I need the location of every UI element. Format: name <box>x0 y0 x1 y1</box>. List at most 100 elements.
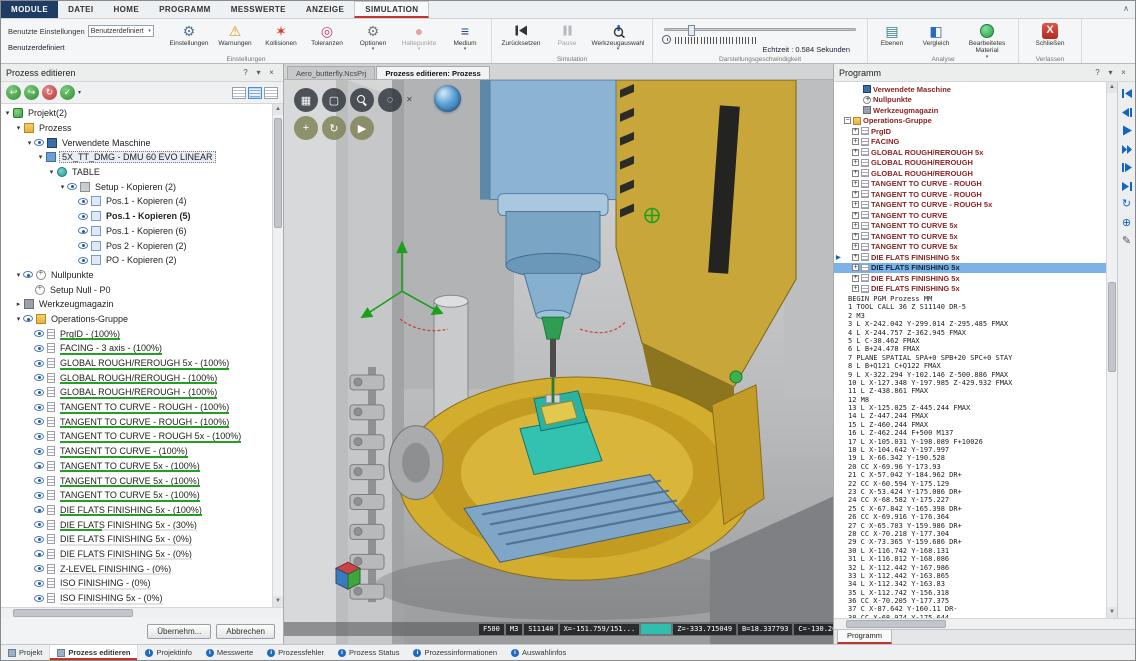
visibility-eye-icon[interactable] <box>34 345 44 352</box>
vergleich-button[interactable]: ◧ Vergleich <box>913 21 959 47</box>
nc-code-line[interactable]: 15 L Z-460.244 FMAX <box>834 421 1106 429</box>
scroll-down-icon[interactable]: ▼ <box>1107 607 1117 618</box>
nc-code-line[interactable]: 37 C X-87.642 Y-160.11 DR- <box>834 605 1106 613</box>
status-info-item[interactable]: i Auswahlinfos <box>504 648 573 657</box>
tree-item[interactable]: TANGENT TO CURVE 5x - (100%) <box>3 473 271 488</box>
ribbon-tab[interactable]: DATEI <box>58 1 103 18</box>
program-tree-item[interactable]: FACING <box>834 137 1106 148</box>
detail-view-icon[interactable] <box>248 87 262 99</box>
schliessen-button[interactable]: X Schließen <box>1022 21 1078 47</box>
expander-icon[interactable] <box>14 315 23 323</box>
tree-item[interactable]: DIE FLATS FINISHING 5x - (30%) <box>3 517 271 532</box>
nc-code-line[interactable]: 28 CC X-70.218 Y-177.304 <box>834 530 1106 538</box>
nc-code-line[interactable]: 9 L X-322.294 Y-102.146 Z-500.886 FMAX <box>834 371 1106 379</box>
tab-programm[interactable]: Programm <box>837 630 892 644</box>
skip-to-start-button[interactable] <box>1120 87 1134 100</box>
program-tree-item[interactable]: Operations-Gruppe <box>834 116 1106 127</box>
haltepunkte-button[interactable]: ● Haltepunkte ▾ <box>396 21 442 52</box>
pan-icon[interactable]: + <box>294 116 318 140</box>
visibility-eye-icon[interactable] <box>78 227 88 234</box>
tree-item[interactable]: TABLE <box>3 165 271 180</box>
program-tree-item[interactable]: DIE FLATS FINISHING 5x <box>834 284 1106 295</box>
visibility-eye-icon[interactable] <box>34 448 44 455</box>
visibility-eye-icon[interactable] <box>34 418 44 425</box>
program-tree-item[interactable]: Werkzeugmagazin <box>834 105 1106 116</box>
compact-view-icon[interactable] <box>264 87 278 99</box>
tree-item[interactable]: Setup - Kopieren (2) <box>3 179 271 194</box>
tree-item[interactable]: Pos.1 - Kopieren (5) <box>3 209 271 224</box>
expander-box-icon[interactable] <box>852 180 859 187</box>
ribbon-tab[interactable]: SIMULATION <box>354 1 429 18</box>
scroll-down-icon[interactable]: ▼ <box>273 596 283 607</box>
nc-code-line[interactable]: 3 L X-242.042 Y-299.014 Z-295.485 FMAX <box>834 320 1106 328</box>
visibility-eye-icon[interactable] <box>34 565 44 572</box>
redo-icon[interactable]: ↪ <box>24 85 39 100</box>
expander-box-icon[interactable] <box>852 285 859 292</box>
kollisionen-button[interactable]: ✶ Kollisionen <box>258 21 304 47</box>
step-back-button[interactable] <box>1120 106 1134 119</box>
tree-item[interactable]: Prozess <box>3 121 271 136</box>
visibility-eye-icon[interactable] <box>34 360 44 367</box>
tree-item[interactable]: PO - Kopieren (2) <box>3 253 271 268</box>
medium-button[interactable]: ≡ Medium ▾ <box>442 21 488 52</box>
nc-code-line[interactable]: 29 C X-73.365 Y-159.686 DR+ <box>834 538 1106 546</box>
select-icon[interactable]: ▶ <box>350 116 374 140</box>
settings-combobox[interactable]: Benutzerdefiniert ▾ <box>88 25 154 37</box>
program-tree-item[interactable]: TANGENT TO CURVE - ROUGH <box>834 179 1106 190</box>
visibility-eye-icon[interactable] <box>78 198 88 205</box>
expander-box-icon[interactable] <box>852 243 859 250</box>
tree-item[interactable]: 5X_TT_DMG - DMU 60 EVO LINEAR <box>3 150 271 165</box>
nc-code-line[interactable]: 20 CC X-69.96 Y-173.93 <box>834 463 1106 471</box>
program-tree-item[interactable]: DIE FLATS FINISHING 5x <box>834 273 1106 284</box>
expander-box-icon[interactable] <box>852 191 859 198</box>
nc-code-line[interactable]: 18 L X-104.642 Y-197.997 <box>834 446 1106 454</box>
ribbon-tab[interactable]: ANZEIGE <box>296 1 354 18</box>
apply-check-icon[interactable]: ✓ <box>60 85 75 100</box>
expander-box-icon[interactable] <box>852 159 859 166</box>
tree-item[interactable]: DIE FLATS FINISHING 5x - (100%) <box>3 503 271 518</box>
nc-code-line[interactable]: 17 L X-105.031 Y-198.089 F+10026 <box>834 438 1106 446</box>
nc-code-line[interactable]: 30 L X-116.742 Y-168.131 <box>834 547 1106 555</box>
edit-pencil-button[interactable]: ✎ <box>1120 235 1134 248</box>
toleranzen-button[interactable]: ◎ Toleranzen <box>304 21 350 47</box>
expander-box-icon[interactable] <box>852 149 859 156</box>
program-tree-item[interactable]: TANGENT TO CURVE - ROUGH <box>834 189 1106 200</box>
machine-3d-scene[interactable]: ▦ ▢ ◌ ✕ + ↻ ▶ F500 M3 S11140 <box>284 80 833 644</box>
tree-item[interactable]: Werkzeugmagazin <box>3 297 271 312</box>
status-info-item[interactable]: i Messwerte <box>199 648 260 657</box>
nc-code-line[interactable]: 7 PLANE SPATIAL SPA+0 SPB+20 SPC+0 STAY <box>834 354 1106 362</box>
view-cube-icon[interactable]: ▦ <box>294 88 318 112</box>
program-tree-item[interactable]: DIE FLATS FINISHING 5x <box>834 252 1106 263</box>
collapse-ribbon-icon[interactable]: ∧ <box>1123 4 1129 13</box>
speed-tick-scale[interactable] <box>675 36 858 44</box>
nc-code-line[interactable]: 6 L B+24.478 FMAX <box>834 345 1106 353</box>
nc-code-line[interactable]: 35 L X-112.742 Y-156.318 <box>834 589 1106 597</box>
tree-item[interactable]: GLOBAL ROUGH/REROUGH - (100%) <box>3 385 271 400</box>
visibility-eye-icon[interactable] <box>34 389 44 396</box>
visibility-eye-icon[interactable] <box>23 271 33 278</box>
program-tree-item[interactable]: TANGENT TO CURVE 5x <box>834 221 1106 232</box>
visibility-eye-icon[interactable] <box>34 330 44 337</box>
visibility-eye-icon[interactable] <box>34 462 44 469</box>
tree-vertical-scrollbar[interactable]: ▲ ▼ <box>272 104 283 607</box>
loop-button[interactable]: ↻ <box>1120 198 1134 211</box>
close-panel-icon[interactable]: × <box>1117 67 1130 79</box>
scrollbar-thumb[interactable] <box>1108 282 1116 372</box>
warnungen-button[interactable]: ⚠ Warnungen <box>212 21 258 47</box>
step-forward-button[interactable] <box>1120 161 1134 174</box>
visibility-eye-icon[interactable] <box>34 433 44 440</box>
nc-code-line[interactable]: 11 L Z-438.861 FMAX <box>834 387 1106 395</box>
program-horizontal-scrollbar[interactable] <box>834 618 1135 629</box>
nc-code-line[interactable]: 13 L X-125.025 Z-445.244 FMAX <box>834 404 1106 412</box>
program-tree-item[interactable]: Verwendete Maschine <box>834 84 1106 95</box>
expander-icon[interactable] <box>36 153 45 161</box>
nc-code-line[interactable]: 23 C X-53.424 Y-175.086 DR+ <box>834 488 1106 496</box>
scrollbar-thumb[interactable] <box>274 118 282 228</box>
visibility-eye-icon[interactable] <box>34 404 44 411</box>
close-panel-icon[interactable]: × <box>265 67 278 79</box>
close-toolbar-icon[interactable]: ✕ <box>406 95 416 105</box>
visibility-eye-icon[interactable] <box>34 492 44 499</box>
expander-box-icon[interactable] <box>852 275 859 282</box>
nc-code-line[interactable]: 1 TOOL CALL 36 Z S11140 DR-5 <box>834 303 1106 311</box>
tree-item[interactable]: DIE FLATS FINISHING 5x - (0%) <box>3 547 271 562</box>
